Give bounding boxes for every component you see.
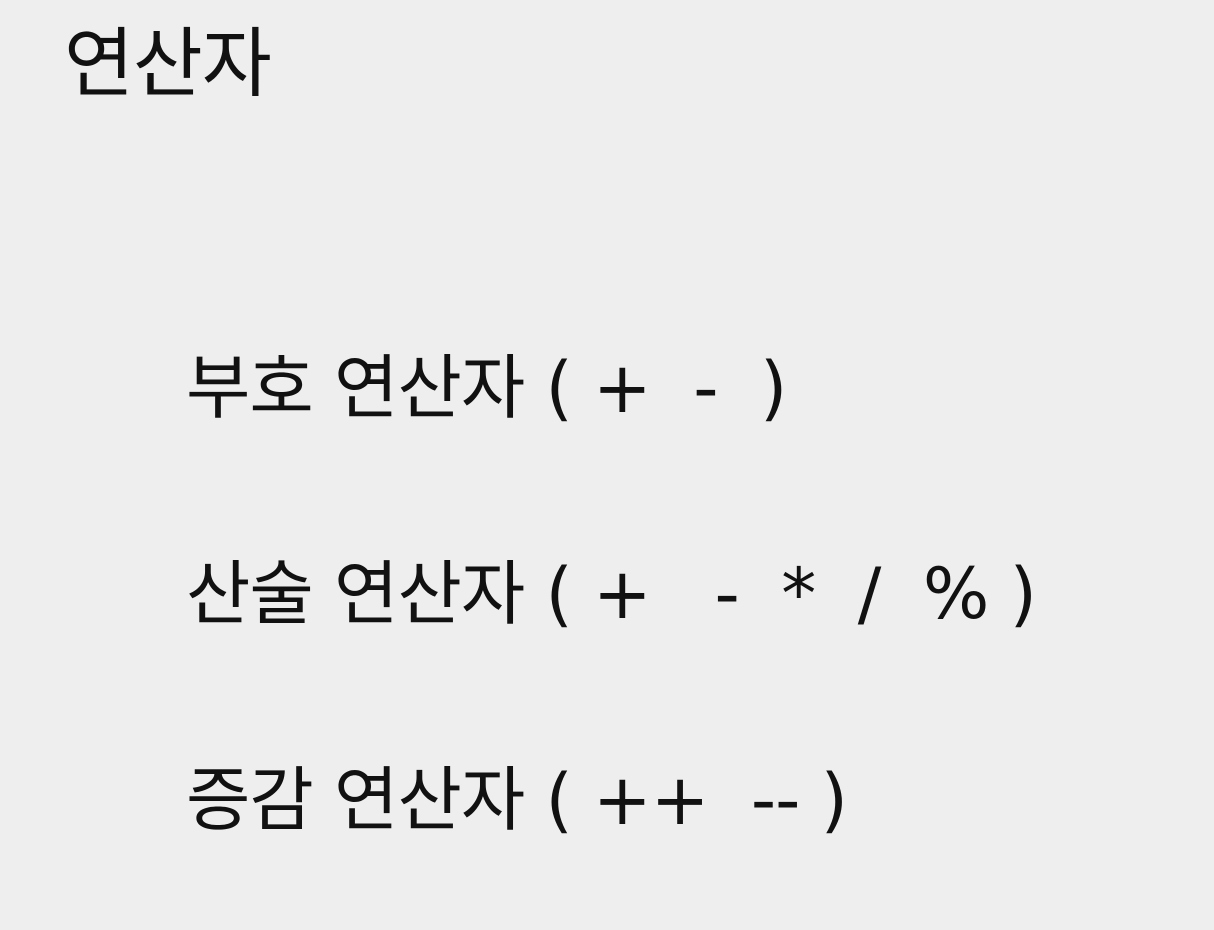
list-item-arithmetic-operators: 산술 연산자 ( + - * / % ) bbox=[186, 553, 1037, 635]
list-item-sign-operators: 부호 연산자 ( + - ) bbox=[186, 347, 787, 429]
slide: 연산자 부호 연산자 ( + - ) 산술 연산자 ( + - * / % ) … bbox=[0, 0, 1214, 930]
list-item-increment-decrement-operators: 증감 연산자 ( ++ -- ) bbox=[186, 759, 848, 841]
slide-title: 연산자 bbox=[64, 19, 272, 108]
operator-list: 부호 연산자 ( + - ) 산술 연산자 ( + - * / % ) 증감 연… bbox=[186, 338, 1037, 850]
